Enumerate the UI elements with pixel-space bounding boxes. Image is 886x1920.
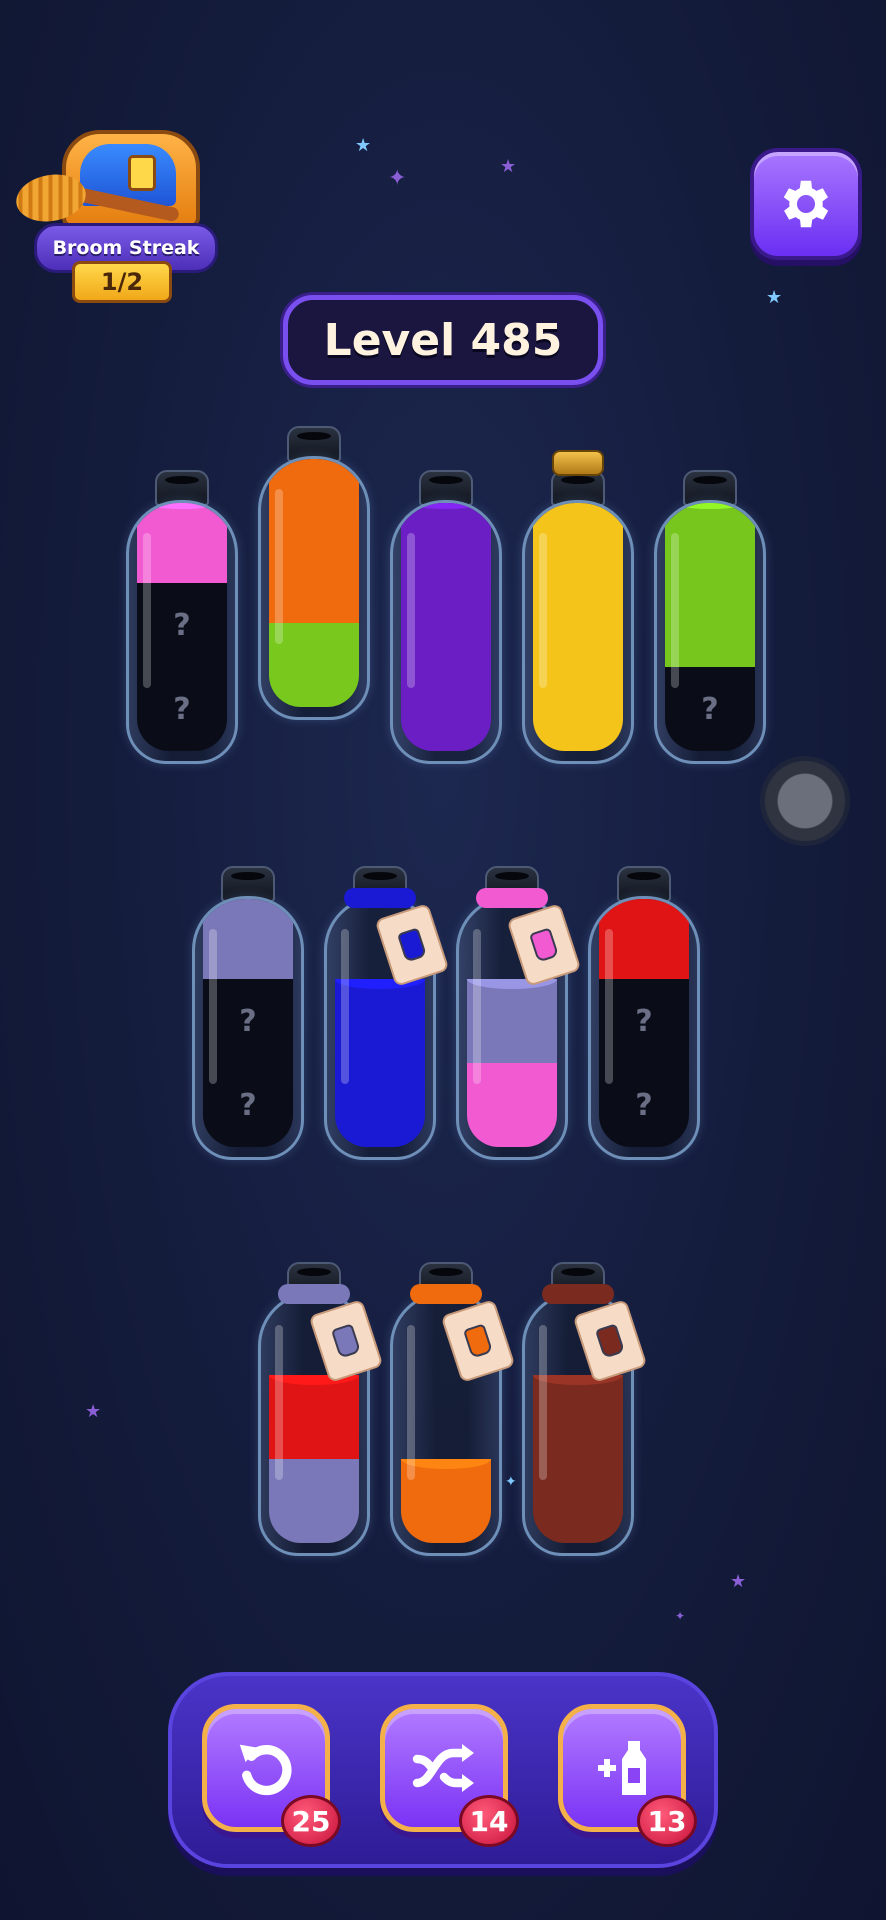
rope-icon [278, 1284, 350, 1304]
broom-streak-count: 1/2 [100, 268, 144, 296]
bottle[interactable] [456, 866, 582, 1160]
undo-icon [239, 1744, 292, 1796]
hidden-mark: ? [239, 1003, 257, 1039]
glass-glare [209, 929, 217, 1084]
glass-glare [275, 1325, 283, 1480]
undo-count-badge: 25 [281, 1795, 341, 1847]
glass-glare [407, 1325, 415, 1480]
hidden-mark: ? [701, 691, 719, 727]
star-decoration: ★ [730, 1571, 747, 1592]
star-decoration: ★ [766, 287, 783, 308]
hidden-mark: ? [173, 607, 191, 643]
tag-vial-icon [462, 1323, 494, 1359]
bottle[interactable]: ?? [192, 866, 304, 1160]
cork-icon [552, 450, 604, 476]
hidden-mark: ? [635, 1003, 653, 1039]
bottle[interactable] [522, 1262, 648, 1556]
tag-vial-icon [396, 927, 428, 963]
star-decoration: ✦ [675, 1609, 686, 1623]
bottle-glass: ? [654, 500, 766, 764]
bottle[interactable]: ? [654, 470, 766, 764]
tag-vial-icon [528, 927, 560, 963]
hidden-mark: ? [635, 1087, 653, 1123]
bottle[interactable]: ?? [126, 470, 238, 764]
shuffle-button[interactable]: 14 [380, 1704, 519, 1847]
shuffle-icon [412, 1744, 474, 1792]
glass-glare [605, 929, 613, 1084]
gear-icon [783, 180, 829, 228]
bottle[interactable] [258, 1262, 384, 1556]
rope-icon [410, 1284, 482, 1304]
hidden-mark: ? [239, 1087, 257, 1123]
bottle-glass: ?? [192, 896, 304, 1160]
bottle[interactable]: ?? [588, 866, 700, 1160]
add-bottle-count-badge: 13 [637, 1795, 697, 1847]
level-indicator: Level 485 [283, 295, 603, 385]
drag-handle[interactable] [760, 756, 850, 846]
shuffle-count: 14 [469, 1804, 509, 1838]
powerup-bar: 25 14 13 [168, 1672, 718, 1868]
rope-icon [542, 1284, 614, 1304]
broom-streak-widget[interactable]: Broom Streak 1/2 [10, 115, 218, 305]
bottle[interactable] [522, 450, 634, 764]
bottle-glass [390, 500, 502, 764]
broom-streak-label: Broom Streak [52, 237, 200, 259]
undo-button[interactable]: 25 [202, 1704, 341, 1847]
tag-vial-icon [330, 1323, 362, 1359]
add-bottle-icon [598, 1741, 646, 1795]
bottle-glass [258, 456, 370, 720]
glass-glare [539, 1325, 547, 1480]
rope-icon [344, 888, 416, 908]
glass-glare [341, 929, 349, 1084]
level-label: Level 485 [323, 314, 563, 366]
add-bottle-count: 13 [647, 1804, 687, 1838]
bottle[interactable] [258, 426, 370, 720]
tag-vial-icon [594, 1323, 626, 1359]
glass-glare [473, 929, 481, 1084]
bottle[interactable] [390, 1262, 516, 1556]
glass-glare [143, 533, 151, 688]
glass-glare [671, 533, 679, 688]
bottle-glass: ?? [588, 896, 700, 1160]
settings-button[interactable] [750, 148, 862, 260]
broom-streak-counter: 1/2 [72, 261, 172, 303]
glass-glare [539, 533, 547, 688]
star-decoration: ✦ [505, 1474, 517, 1490]
rope-icon [476, 888, 548, 908]
add-bottle-button[interactable]: 13 [558, 1704, 697, 1847]
bottle-glass: ?? [126, 500, 238, 764]
glass-glare [407, 533, 415, 688]
bottle-glass [522, 500, 634, 764]
glass-glare [275, 489, 283, 644]
star-decoration: ★ [355, 135, 372, 156]
shuffle-count-badge: 14 [459, 1795, 519, 1847]
bottle[interactable] [324, 866, 450, 1160]
bottle[interactable] [390, 470, 502, 764]
undo-count: 25 [291, 1804, 331, 1838]
star-decoration: ★ [85, 1401, 102, 1422]
hidden-mark: ? [173, 691, 191, 727]
star-decoration: ★ [500, 156, 517, 177]
star-decoration: ✦ [388, 166, 407, 191]
lock-icon [128, 155, 156, 191]
